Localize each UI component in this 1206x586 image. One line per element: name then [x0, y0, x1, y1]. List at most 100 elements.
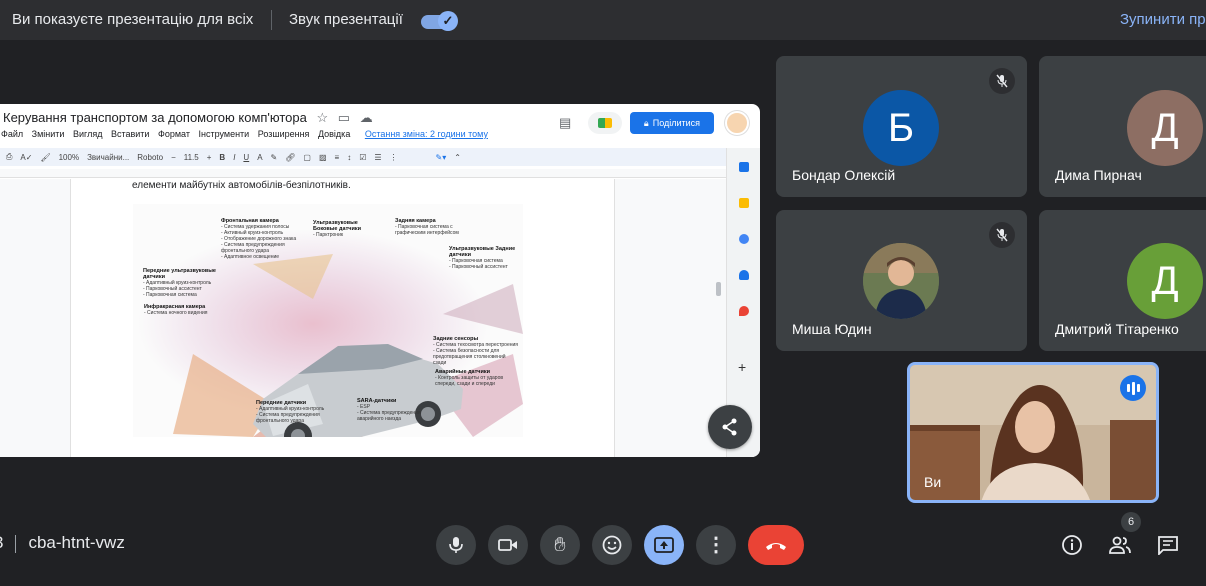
meeting-details-button[interactable] — [1060, 533, 1084, 557]
font-size-decrease[interactable]: − — [171, 153, 176, 162]
style-select[interactable]: Звичайни... — [87, 153, 129, 162]
keep-icon[interactable] — [739, 198, 749, 208]
line-spacing-icon[interactable]: ↕ — [347, 153, 351, 162]
maps-icon[interactable] — [739, 306, 749, 316]
shared-document: Керування транспортом за допомогою комп'… — [0, 104, 760, 457]
share-icon — [722, 418, 737, 436]
stop-presenting-button[interactable]: Зупинити пр — [1120, 11, 1206, 28]
mic-off-icon — [989, 222, 1015, 248]
doc-title-row: Керування транспортом за допомогою комп'… — [3, 110, 373, 126]
bullet-list-icon[interactable]: ☰ — [374, 153, 381, 162]
meet-icon[interactable] — [588, 112, 622, 134]
contacts-icon[interactable] — [739, 270, 749, 280]
participant-name: Бондар Олексій — [792, 167, 896, 183]
menu-insert[interactable]: Вставити — [111, 129, 150, 139]
font-size-input[interactable]: 11.5 — [184, 153, 199, 162]
label-sara-sensors: SARA-датчики - ESP - Система предупрежден… — [357, 398, 421, 422]
info-icon — [1062, 535, 1082, 555]
reactions-button[interactable] — [592, 525, 632, 565]
share-button[interactable]: 🔒︎ Поділитися — [630, 112, 714, 134]
menu-help[interactable]: Довідка — [318, 129, 350, 139]
comment-add-icon[interactable]: ▢ — [303, 153, 311, 162]
doc-toolbar: ⎙ A✓ 🖌︎ 100% Звичайни... Roboto − 11.5 +… — [0, 148, 726, 166]
participant-name: Дмитрий Тітаренко — [1055, 321, 1179, 337]
present-icon — [654, 537, 674, 553]
highlight-icon[interactable]: ✎ — [271, 153, 278, 162]
doc-ruler — [0, 169, 726, 178]
menu-extensions[interactable]: Розширення — [258, 129, 310, 139]
leave-call-button[interactable] — [748, 525, 804, 565]
spellcheck-icon[interactable]: A✓ — [20, 153, 32, 162]
print-icon[interactable]: ⎙ — [6, 152, 12, 162]
menu-format[interactable]: Формат — [158, 129, 190, 139]
label-rear-sensors: Задние сенсоры - Система техосмотра перес… — [433, 336, 519, 366]
last-edit-link[interactable]: Остання зміна: 2 години тому — [365, 129, 488, 139]
doc-user-avatar[interactable] — [725, 111, 749, 135]
participant-tile[interactable]: Б Бондар Олексій — [776, 56, 1027, 197]
emoji-icon — [602, 535, 622, 555]
menu-view[interactable]: Вигляд — [73, 129, 103, 139]
label-rear-ultrasonic: Ультразвуковые Задние датчики - Парковочн… — [449, 246, 516, 270]
doc-scrollbar[interactable] — [716, 282, 721, 296]
present-now-button[interactable] — [644, 525, 684, 565]
banner-divider — [271, 10, 272, 30]
label-crash-sensors: Аварийные датчики - Контроль защиты от уд… — [435, 369, 504, 387]
menu-edit[interactable]: Змінити — [32, 129, 65, 139]
edit-mode-icon[interactable]: ✎▾ — [436, 153, 447, 162]
italic-button[interactable]: I — [233, 153, 235, 162]
folder-icon[interactable]: ▭ — [338, 110, 350, 125]
meeting-info: 3 cba-htnt-vwz — [0, 533, 125, 553]
self-name: Ви — [924, 474, 942, 490]
camera-button[interactable] — [488, 525, 528, 565]
chat-icon — [1158, 536, 1178, 555]
bold-button[interactable]: B — [219, 153, 225, 162]
participant-tile[interactable]: Д Дмитрий Тітаренко — [1039, 210, 1206, 351]
label-side-sensors: Ультразвуковые Боковые датчики - Парктрон… — [313, 220, 361, 238]
zoom-select[interactable]: 100% — [59, 153, 79, 162]
menu-file[interactable]: Файл — [1, 129, 23, 139]
raise-hand-button[interactable]: ✋︎ — [540, 525, 580, 565]
checklist-icon[interactable]: ☑ — [359, 153, 366, 162]
numbered-list-icon[interactable]: ⋮ — [390, 153, 398, 162]
align-icon[interactable]: ≡ — [335, 153, 340, 162]
link-icon[interactable]: 🔗︎ — [285, 153, 295, 162]
tasks-icon[interactable] — [739, 234, 749, 244]
cloud-icon[interactable]: ☁ — [360, 110, 373, 125]
participant-name: Миша Юдин — [792, 321, 872, 337]
meeting-divider — [15, 534, 17, 553]
more-options-button[interactable]: ⋮ — [696, 525, 736, 565]
star-icon[interactable]: ☆ — [317, 110, 329, 125]
self-video-tile[interactable]: Ви — [907, 362, 1159, 503]
text-color-button[interactable]: A — [257, 153, 262, 162]
add-addon-icon[interactable]: + — [738, 359, 746, 375]
chat-button[interactable] — [1156, 533, 1180, 557]
participant-tile[interactable]: Д Дима Пирнач — [1039, 56, 1206, 197]
label-rear-camera: Задняя камера - Парковочная система с гра… — [395, 218, 459, 236]
presentation-audio-label: Звук презентації — [289, 11, 403, 28]
meeting-time-fragment: 3 — [0, 533, 3, 552]
comment-icon[interactable]: ▤ — [559, 115, 571, 131]
calendar-icon[interactable] — [739, 162, 749, 172]
avatar: Д — [1127, 243, 1203, 319]
presentation-audio-toggle[interactable]: ✓ — [421, 11, 458, 31]
speaking-indicator-icon — [1120, 375, 1146, 401]
participant-tile[interactable]: Миша Юдин — [776, 210, 1027, 351]
share-presentation-button[interactable] — [708, 405, 752, 449]
menu-tools[interactable]: Інструменти — [198, 129, 249, 139]
participant-name: Дима Пирнач — [1055, 167, 1142, 183]
collapse-toolbar-icon[interactable]: ⌃ — [454, 153, 461, 162]
font-select[interactable]: Roboto — [137, 153, 163, 162]
doc-title[interactable]: Керування транспортом за допомогою комп'… — [3, 110, 307, 125]
doc-body-text: елементи майбутніх автомобілів-безпілотн… — [132, 180, 351, 191]
image-icon[interactable]: ▨ — [319, 153, 327, 162]
share-button-label: Поділитися — [652, 118, 701, 128]
font-size-increase[interactable]: + — [207, 153, 212, 162]
lock-icon: 🔒︎ — [643, 117, 649, 128]
people-button[interactable] — [1108, 533, 1132, 557]
people-count-badge: 6 — [1121, 512, 1141, 532]
camera-icon — [498, 539, 517, 551]
label-infrared-camera: Инфракрасная камера - Система ночного вид… — [144, 304, 208, 316]
paint-format-icon[interactable]: 🖌︎ — [40, 153, 50, 162]
microphone-button[interactable] — [436, 525, 476, 565]
underline-button[interactable]: U — [243, 153, 249, 162]
